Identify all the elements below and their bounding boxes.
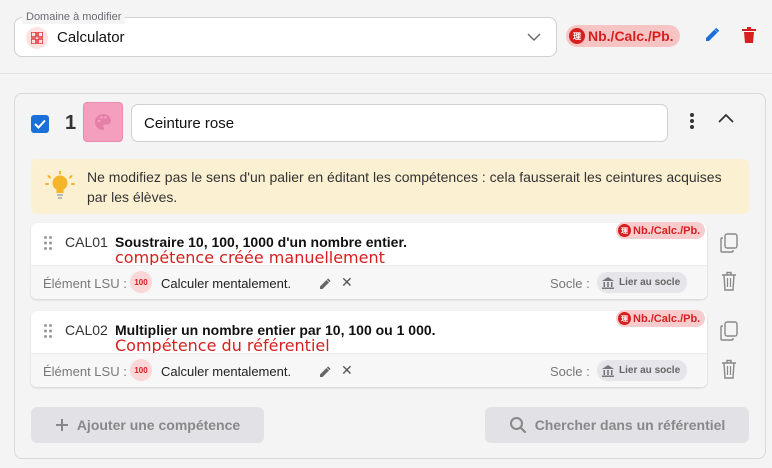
delete-domain-icon[interactable]	[742, 27, 756, 48]
remove-lsu-icon[interactable]: ✕	[341, 274, 353, 291]
palette-icon	[95, 114, 111, 130]
add-competence-button[interactable]: Ajouter une compétence	[31, 407, 264, 443]
lsu-score-icon: 100	[130, 359, 152, 381]
lsu-score-icon: 100	[130, 271, 152, 293]
chevron-down-icon[interactable]	[526, 29, 542, 50]
socle-label: Socle :	[550, 276, 590, 291]
edit-lsu-icon[interactable]	[319, 277, 331, 295]
edit-domain-icon[interactable]	[704, 27, 720, 48]
link-socle-button[interactable]: Lier au socle	[597, 272, 688, 293]
domain-badge-icon: 理	[618, 224, 631, 237]
delete-competence-icon[interactable]	[721, 359, 737, 384]
lsu-row: Élément LSU : 100 Calculer mentalement. …	[31, 265, 707, 299]
link-socle-button[interactable]: Lier au socle	[597, 360, 688, 381]
collapse-chevron-up-icon[interactable]	[716, 111, 736, 130]
copy-icon[interactable]	[720, 233, 738, 258]
calculator-grid-icon	[26, 27, 48, 49]
level-name-input[interactable]: Ceinture rose	[131, 104, 668, 142]
lightbulb-icon	[44, 170, 76, 206]
competence-code: CAL02	[65, 322, 108, 338]
domain-badge: 理 Nb./Calc./Pb.	[566, 25, 680, 47]
level-number: 1	[65, 112, 77, 134]
lsu-label: Élément LSU :	[43, 364, 127, 379]
lsu-value: Calculer mentalement.	[161, 276, 292, 291]
competence-code: CAL01	[65, 234, 108, 250]
lsu-value: Calculer mentalement.	[161, 364, 292, 379]
more-options-icon[interactable]	[685, 111, 699, 136]
divider	[0, 73, 772, 74]
level-color-picker[interactable]	[83, 102, 123, 142]
delete-competence-icon[interactable]	[721, 271, 737, 296]
plus-icon	[55, 419, 68, 431]
institution-icon	[602, 276, 614, 289]
level-checkbox[interactable]	[31, 115, 49, 133]
socle-label: Socle :	[550, 364, 590, 379]
warning-text: Ne modifiez pas le sens d'un palier en é…	[87, 169, 722, 205]
drag-handle-icon[interactable]	[43, 235, 53, 256]
search-icon	[509, 417, 526, 434]
competence-domain-badge: 理 Nb./Calc./Pb.	[616, 310, 706, 327]
lsu-label: Élément LSU :	[43, 276, 127, 291]
competence-item: CAL02 Multiplier un nombre entier par 10…	[31, 310, 707, 387]
domain-badge-icon: 理	[569, 28, 585, 44]
remove-lsu-icon[interactable]: ✕	[341, 362, 353, 379]
drag-handle-icon[interactable]	[43, 323, 53, 344]
copy-icon[interactable]	[720, 321, 738, 346]
lsu-row: Élément LSU : 100 Calculer mentalement. …	[31, 353, 707, 387]
search-referential-button[interactable]: Chercher dans un référentiel	[485, 407, 749, 443]
warning-banner: Ne modifiez pas le sens d'un palier en é…	[31, 159, 749, 214]
domain-badge-icon: 理	[618, 312, 631, 325]
domain-value: Calculator	[57, 29, 125, 46]
competence-item: CAL01 Soustraire 10, 100, 1000 d'un nomb…	[31, 222, 707, 299]
institution-icon	[602, 364, 614, 377]
competence-domain-badge: 理 Nb./Calc./Pb.	[616, 222, 706, 239]
domain-select-label: Domaine à modifier	[22, 10, 126, 24]
edit-lsu-icon[interactable]	[319, 365, 331, 383]
